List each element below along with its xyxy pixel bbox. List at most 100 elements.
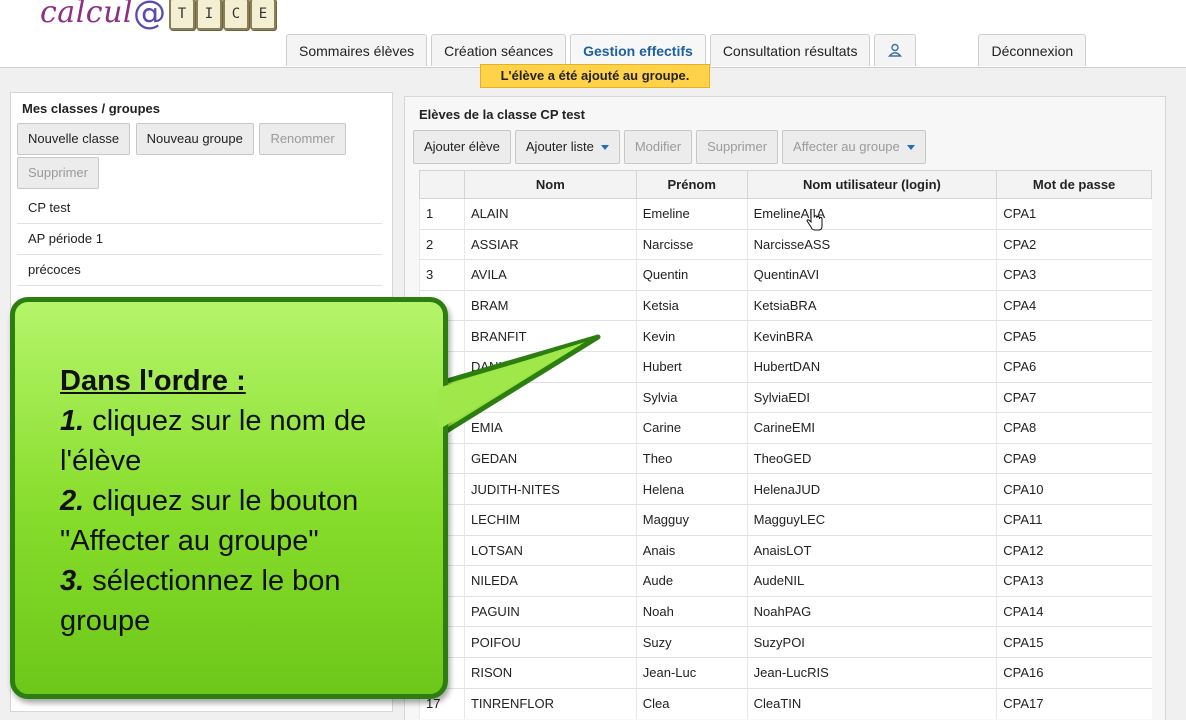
student-first-name[interactable]: Magguy <box>635 503 748 536</box>
student-password[interactable]: CPA4 <box>996 289 1152 321</box>
step-number: 2. <box>60 485 85 517</box>
student-first-name[interactable]: Anais <box>635 534 748 566</box>
app-window: calcul @ T I C E Sommaires élèves Créati… <box>0 0 1186 720</box>
student-first-name[interactable]: Narcisse <box>635 228 748 260</box>
logo-text: calcul <box>40 0 133 30</box>
add-list-button[interactable]: Ajouter liste <box>514 130 620 164</box>
student-password[interactable]: CPA10 <box>996 473 1152 505</box>
caret-down-icon <box>906 145 915 151</box>
calculatice-logo[interactable]: calcul @ T I C E <box>40 0 276 40</box>
student-password[interactable]: CPA8 <box>996 412 1152 444</box>
logout-button[interactable]: Déconnexion <box>978 34 1087 66</box>
caret-down-icon <box>600 145 609 151</box>
class-item-precoces[interactable]: précoces <box>17 255 382 286</box>
student-first-name[interactable]: Helena <box>635 473 748 505</box>
student-password[interactable]: CPA7 <box>996 381 1152 413</box>
step-number: 3. <box>60 565 85 597</box>
student-login[interactable]: NoahPAG <box>746 595 997 627</box>
student-password[interactable]: CPA3 <box>996 259 1152 291</box>
tab-creation-seances[interactable]: Création séances <box>431 34 567 66</box>
class-item-cp-test[interactable]: CP test <box>17 193 382 224</box>
logo-tile: E <box>250 0 276 30</box>
student-login[interactable]: KevinBRA <box>746 320 997 352</box>
modify-button[interactable]: Modifier <box>623 130 693 164</box>
student-login[interactable]: CleaTIN <box>746 687 997 719</box>
student-login[interactable]: Jean-LucRIS <box>746 656 997 688</box>
student-first-name[interactable]: Hubert <box>635 350 748 383</box>
success-notice: L'élève a été ajouté au groupe. <box>480 64 710 88</box>
column-header-password[interactable]: Mot de passe <box>996 170 1152 199</box>
student-first-name[interactable]: Suzy <box>635 626 748 658</box>
rename-button[interactable]: Renommer <box>259 123 346 155</box>
student-first-name[interactable]: Theo <box>635 442 748 474</box>
student-login[interactable]: MagguyLEC <box>746 503 997 536</box>
callout-text: Dans l'ordre : 1. cliquez sur le nom de … <box>60 361 432 641</box>
student-login[interactable]: CarineEMI <box>746 412 997 444</box>
new-class-button[interactable]: Nouvelle classe <box>17 123 131 155</box>
student-first-name[interactable]: Kevin <box>635 320 748 352</box>
student-password[interactable]: CPA14 <box>996 595 1152 627</box>
student-password[interactable]: CPA2 <box>996 228 1152 260</box>
student-password[interactable]: CPA5 <box>996 320 1152 352</box>
row-index: 2 <box>419 228 465 260</box>
add-student-button[interactable]: Ajouter élève <box>413 130 511 164</box>
student-password[interactable]: CPA12 <box>996 534 1152 566</box>
logo-tiles: T I C E <box>168 0 276 30</box>
row-index: 1 <box>419 198 465 230</box>
logo-tile: C <box>223 0 249 30</box>
student-first-name[interactable]: Ketsia <box>635 289 748 321</box>
new-group-button[interactable]: Nouveau groupe <box>135 123 254 155</box>
assign-group-label: Affecter au groupe <box>793 139 900 154</box>
student-login[interactable]: HelenaJUD <box>746 473 997 505</box>
tab-gestion-effectifs[interactable]: Gestion effectifs <box>570 34 706 66</box>
tab-consultation-resultats[interactable]: Consultation résultats <box>709 34 871 66</box>
student-login[interactable]: TheoGED <box>746 442 997 474</box>
student-first-name[interactable]: Carine <box>635 412 748 444</box>
student-first-name[interactable]: Clea <box>635 687 748 719</box>
student-password[interactable]: CPA9 <box>996 442 1152 474</box>
class-list: CP test AP période 1 précoces <box>17 193 382 286</box>
student-first-name[interactable]: Emeline <box>635 198 748 230</box>
student-login[interactable]: NarcisseASS <box>746 228 997 260</box>
student-password[interactable]: CPA1 <box>996 198 1152 230</box>
student-login[interactable]: AudeNIL <box>746 565 997 597</box>
student-first-name[interactable]: Quentin <box>635 259 748 291</box>
column-header-prenom[interactable]: Prénom <box>635 170 748 199</box>
table-row[interactable]: 2 ASSIAR Narcisse NarcisseASS CPA2 <box>419 228 1152 260</box>
student-password[interactable]: CPA13 <box>996 565 1152 597</box>
student-login[interactable]: EmelineALA <box>746 198 997 230</box>
students-panel-title: Elèves de la classe CP test <box>419 107 585 122</box>
assign-group-button[interactable]: Affecter au groupe <box>782 130 926 164</box>
student-password[interactable]: CPA16 <box>996 656 1152 688</box>
callout-step-1: 1. cliquez sur le nom de l'élève <box>60 401 432 481</box>
delete-student-button[interactable]: Supprimer <box>696 130 779 164</box>
student-login[interactable]: AnaisLOT <box>746 534 997 566</box>
delete-class-button[interactable]: Supprimer <box>17 157 99 189</box>
student-last-name[interactable]: ASSIAR <box>463 228 637 260</box>
student-first-name[interactable]: Noah <box>635 595 748 627</box>
student-first-name[interactable]: Sylvia <box>635 381 748 413</box>
table-header-row: Nom Prénom Nom utilisateur (login) Mot d… <box>419 170 1152 199</box>
student-password[interactable]: CPA17 <box>996 687 1152 719</box>
student-login[interactable]: SylviaEDI <box>746 381 997 413</box>
student-last-name[interactable]: ALAIN <box>463 198 637 230</box>
student-login[interactable]: QuentinAVI <box>746 259 997 291</box>
student-password[interactable]: CPA11 <box>996 503 1152 536</box>
student-password[interactable]: CPA15 <box>996 626 1152 658</box>
tab-profile[interactable] <box>874 34 917 66</box>
student-first-name[interactable]: Aude <box>635 565 748 597</box>
student-login[interactable]: HubertDAN <box>746 350 997 383</box>
table-row[interactable]: 1 ALAIN Emeline EmelineALA CPA1 <box>419 198 1152 230</box>
class-item-ap-periode-1[interactable]: AP période 1 <box>17 224 382 255</box>
add-list-label: Ajouter liste <box>525 139 594 154</box>
tab-sommaires-eleves[interactable]: Sommaires élèves <box>286 34 428 66</box>
column-header-login[interactable]: Nom utilisateur (login) <box>746 170 998 199</box>
callout-step-2: 2. cliquez sur le bouton "Affecter au gr… <box>60 481 432 561</box>
student-login[interactable]: SuzyPOI <box>746 626 997 658</box>
student-password[interactable]: CPA6 <box>996 350 1152 383</box>
header-bar: calcul @ T I C E Sommaires élèves Créati… <box>0 0 1186 68</box>
student-login[interactable]: KetsiaBRA <box>746 289 997 321</box>
student-first-name[interactable]: Jean-Luc <box>635 656 748 688</box>
column-header-nom[interactable]: Nom <box>463 170 637 199</box>
user-icon <box>888 43 903 57</box>
